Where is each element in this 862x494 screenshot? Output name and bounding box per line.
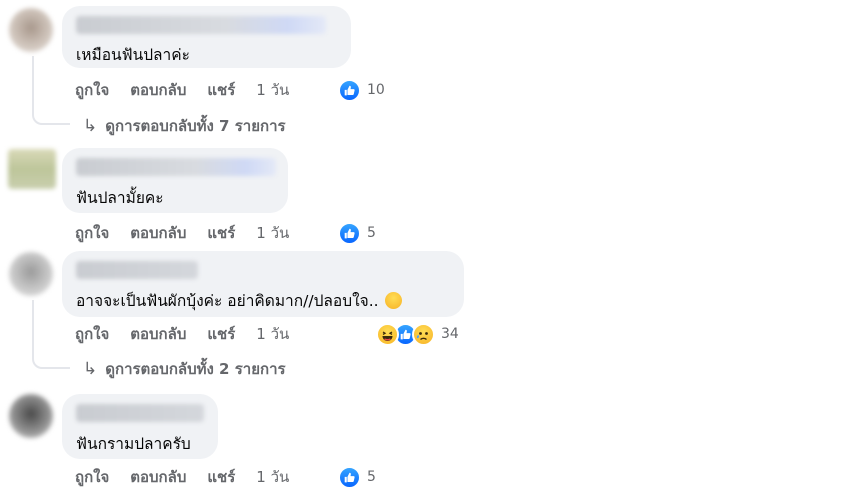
haha-icon — [376, 322, 399, 346]
view-replies-link[interactable]: ↳ ดูการตอบกลับทั้ง 2 รายการ — [83, 358, 286, 380]
reaction-summary[interactable]: 34 — [376, 322, 459, 346]
reply-button[interactable]: ตอบกลับ — [130, 78, 186, 102]
reply-button[interactable]: ตอบกลับ — [130, 322, 186, 346]
view-replies-label: ดูการตอบกลับทั้ง 7 รายการ — [105, 117, 286, 135]
like-button[interactable]: ถูกใจ — [75, 322, 109, 346]
timestamp[interactable]: 1 วัน — [256, 78, 289, 102]
thread-curve — [32, 355, 70, 369]
pleading-face-icon — [384, 292, 402, 309]
reply-arrow-icon: ↳ — [83, 116, 98, 136]
reply-button[interactable]: ตอบกลับ — [130, 465, 186, 489]
author-name[interactable] — [76, 158, 276, 176]
comment-actions: ถูกใจ ตอบกลับ แชร์ 1 วัน — [75, 223, 313, 243]
reaction-count: 5 — [367, 225, 376, 241]
comment-text: ฟันปลามั้ยคะ — [76, 189, 164, 207]
share-button[interactable]: แชร์ — [207, 78, 235, 102]
sad-icon — [412, 322, 435, 346]
avatar[interactable] — [9, 252, 53, 296]
like-icon — [338, 221, 361, 245]
reply-button[interactable]: ตอบกลับ — [130, 221, 186, 245]
comment-text: อาจจะเป็นฟันผักบุ้งค่ะ อย่าคิดมาก//ปลอบใ… — [76, 288, 402, 313]
like-button[interactable]: ถูกใจ — [75, 465, 109, 489]
reaction-summary[interactable]: 10 — [338, 78, 385, 102]
share-button[interactable]: แชร์ — [207, 465, 235, 489]
comment-bubble: ฟันกรามปลาครับ — [62, 394, 218, 459]
thread-line — [32, 300, 34, 357]
like-icon — [338, 78, 361, 102]
comment-text-content: อาจจะเป็นฟันผักบุ้งค่ะ อย่าคิดมาก//ปลอบใ… — [76, 292, 379, 310]
reaction-summary[interactable]: 5 — [338, 465, 376, 489]
avatar[interactable] — [9, 394, 53, 438]
thread-line — [32, 56, 34, 113]
like-button[interactable]: ถูกใจ — [75, 78, 109, 102]
comment-bubble: เหมือนฟันปลาค่ะ — [62, 6, 351, 68]
avatar[interactable] — [8, 149, 56, 189]
view-replies-label: ดูการตอบกลับทั้ง 2 รายการ — [105, 360, 286, 378]
avatar[interactable] — [9, 8, 53, 52]
reaction-count: 5 — [367, 469, 376, 485]
comment-actions: ถูกใจ ตอบกลับ แชร์ 1 วัน — [75, 324, 313, 344]
author-name[interactable] — [76, 404, 204, 422]
reaction-count: 34 — [441, 326, 459, 342]
share-button[interactable]: แชร์ — [207, 221, 235, 245]
comment-text: ฟันกรามปลาครับ — [76, 435, 191, 453]
author-name[interactable] — [76, 16, 326, 34]
like-button[interactable]: ถูกใจ — [75, 221, 109, 245]
timestamp[interactable]: 1 วัน — [256, 322, 289, 346]
timestamp[interactable]: 1 วัน — [256, 465, 289, 489]
comment-actions: ถูกใจ ตอบกลับ แชร์ 1 วัน — [75, 467, 313, 487]
reaction-count: 10 — [367, 82, 385, 98]
comment-bubble: อาจจะเป็นฟันผักบุ้งค่ะ อย่าคิดมาก//ปลอบใ… — [62, 251, 464, 317]
comment-bubble: ฟันปลามั้ยคะ — [62, 148, 288, 213]
comment-actions: ถูกใจ ตอบกลับ แชร์ 1 วัน — [75, 80, 313, 100]
view-replies-link[interactable]: ↳ ดูการตอบกลับทั้ง 7 รายการ — [83, 115, 286, 137]
share-button[interactable]: แชร์ — [207, 322, 235, 346]
comment-text: เหมือนฟันปลาค่ะ — [76, 46, 190, 64]
reply-arrow-icon: ↳ — [83, 359, 98, 379]
like-icon — [338, 465, 361, 489]
author-name[interactable] — [76, 261, 198, 279]
timestamp[interactable]: 1 วัน — [256, 221, 289, 245]
thread-curve — [32, 111, 70, 125]
reaction-summary[interactable]: 5 — [338, 221, 376, 245]
